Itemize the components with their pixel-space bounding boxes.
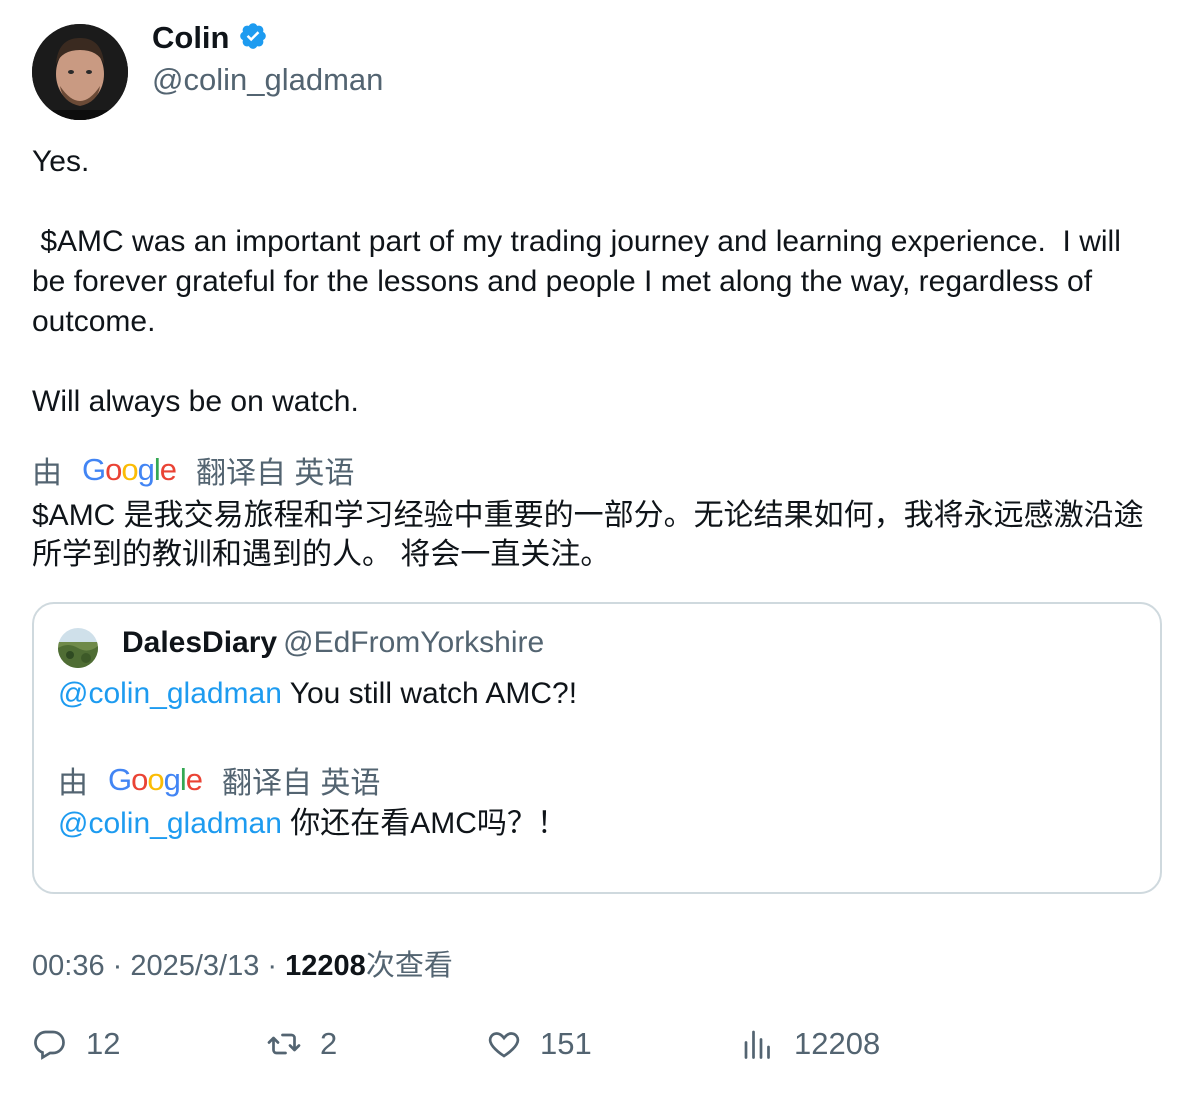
quoted-google-logo: Google bbox=[108, 762, 203, 797]
translated-text: $AMC 是我交易旅程和学习经验中重要的一部分。无论结果如何，我将永远感激沿途所… bbox=[32, 499, 1144, 571]
tweet-time[interactable]: 00:36 bbox=[32, 950, 105, 982]
heart-icon bbox=[488, 1032, 520, 1058]
quoted-translation-prefix: 由 bbox=[58, 767, 88, 800]
meta-separator: · bbox=[104, 950, 131, 982]
quoted-body: You still watch AMC?! bbox=[281, 677, 578, 710]
quoted-name[interactable]: DalesDiary bbox=[122, 626, 277, 659]
author-name-row: Colin bbox=[152, 20, 268, 56]
views-label: 次查看 bbox=[365, 950, 453, 982]
like-button[interactable]: 151 bbox=[486, 1026, 592, 1062]
quoted-translated-text: @colin_gladman 你还在看AMC吗？！ bbox=[58, 804, 567, 844]
retweet-button[interactable]: 2 bbox=[266, 1026, 337, 1062]
retweet-icon bbox=[267, 1033, 301, 1055]
tweet-meta: 00:36 · 2025/3/13 · 12208次查看 bbox=[32, 942, 453, 984]
avatar-photo bbox=[32, 24, 128, 120]
reply-icon bbox=[34, 1030, 65, 1060]
quoted-translated-mention-link[interactable]: @colin_gladman bbox=[58, 807, 282, 840]
quoted-text: @colin_gladman You still watch AMC?! bbox=[58, 674, 577, 714]
quoted-header: DalesDiary @EdFromYorkshire bbox=[122, 626, 544, 660]
landscape-avatar-icon bbox=[58, 628, 98, 668]
quoted-handle[interactable]: @EdFromYorkshire bbox=[283, 626, 544, 659]
translation-attribution: 由 Google 翻译自 英语 bbox=[32, 448, 354, 492]
reply-count: 12 bbox=[86, 1026, 121, 1061]
like-count: 151 bbox=[540, 1026, 592, 1061]
views-button[interactable]: 12208 bbox=[740, 1026, 880, 1062]
views-count: 12208 bbox=[285, 950, 366, 982]
bar-chart-icon bbox=[744, 1030, 770, 1059]
retweet-count: 2 bbox=[320, 1026, 338, 1061]
author-avatar[interactable] bbox=[32, 24, 128, 120]
action-bar: 12 2 151 12208 bbox=[0, 1026, 1196, 1076]
quoted-translated-body: 你还在看AMC吗？！ bbox=[281, 807, 567, 840]
quoted-translation-suffix: 翻译自 英语 bbox=[222, 767, 381, 800]
views-action-count: 12208 bbox=[794, 1026, 881, 1061]
quoted-tweet[interactable]: DalesDiary @EdFromYorkshire @colin_gladma… bbox=[32, 602, 1162, 894]
google-logo: Google bbox=[82, 452, 177, 487]
translation-prefix: 由 bbox=[32, 457, 62, 490]
author-name[interactable]: Colin bbox=[152, 20, 230, 56]
reply-button[interactable]: 12 bbox=[32, 1026, 120, 1062]
quoted-avatar[interactable] bbox=[58, 628, 98, 668]
author-handle[interactable]: @colin_gladman bbox=[152, 62, 383, 98]
quoted-translation-attribution: 由 Google 翻译自 英语 bbox=[58, 758, 380, 802]
tweet-text: Yes. $AMC was an important part of my tr… bbox=[32, 145, 1121, 418]
quoted-mention-link[interactable]: @colin_gladman bbox=[58, 677, 282, 710]
meta-separator: · bbox=[259, 950, 286, 982]
tweet-date[interactable]: 2025/3/13 bbox=[130, 950, 259, 982]
verified-badge-icon bbox=[238, 21, 268, 56]
translation-suffix: 翻译自 英语 bbox=[196, 457, 355, 490]
